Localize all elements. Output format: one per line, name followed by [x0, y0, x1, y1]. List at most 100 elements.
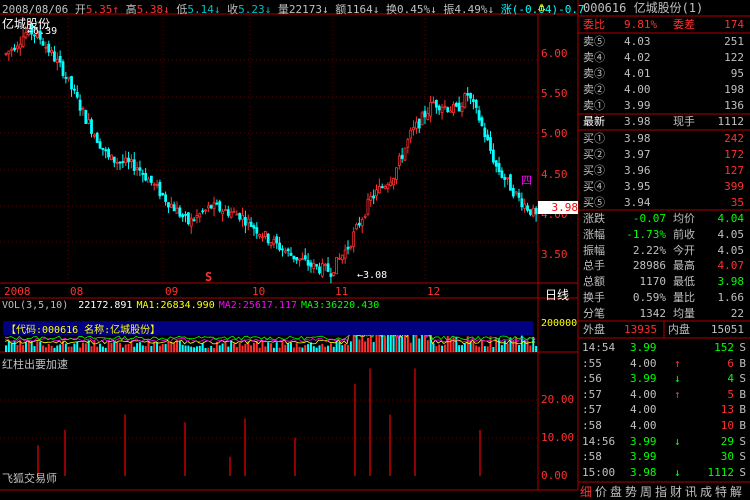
- candlestick: [329, 267, 333, 284]
- anchor-icon[interactable]: ⚓: [538, 0, 545, 14]
- volume-overlay-text: 【代码:000616 名称:亿城股份】: [6, 325, 161, 336]
- candlestick: [400, 147, 404, 163]
- buy-label: 买①: [583, 132, 605, 145]
- candlestick: [169, 196, 173, 209]
- candlestick: [454, 101, 458, 108]
- volume-bar: [76, 341, 79, 352]
- candlestick: [286, 247, 290, 257]
- candlestick: [41, 37, 45, 46]
- tick-side: S: [739, 465, 746, 479]
- software-label: 飞狐交易师: [2, 472, 57, 485]
- bottom-tab[interactable]: 讯: [685, 483, 700, 500]
- stat-value: 0.59%: [632, 291, 666, 304]
- volume-bar: [136, 343, 139, 352]
- candlestick: [357, 216, 361, 228]
- volume-bar: [321, 343, 324, 352]
- bottom-tab[interactable]: 解: [730, 483, 745, 500]
- candlestick: [497, 156, 501, 176]
- sell-order-row: 卖⑤ 4.03 251: [580, 34, 748, 50]
- candlestick: [366, 193, 370, 216]
- stat-label: 总额: [583, 275, 605, 289]
- candlestick: [226, 205, 230, 218]
- bottom-tab[interactable]: 周: [640, 483, 655, 500]
- tick-row: :56 3.99 ↓ 4 S: [580, 371, 748, 386]
- candlestick: [315, 263, 319, 270]
- turnover-label: 换: [385, 3, 397, 16]
- bottom-tab[interactable]: 特: [715, 483, 730, 500]
- candlestick: [90, 117, 93, 138]
- candlestick: [514, 191, 518, 196]
- close-value: 5.23: [238, 3, 265, 16]
- bottom-tab[interactable]: 盘: [610, 483, 625, 500]
- volume-bar: [401, 336, 404, 352]
- close-label: 收: [227, 3, 239, 16]
- candlestick: [389, 176, 393, 187]
- candlestick: [135, 161, 139, 176]
- tick-price: 4.00: [630, 387, 657, 401]
- candlestick: [201, 208, 205, 215]
- tick-time: :58: [582, 450, 602, 464]
- candlestick: [73, 84, 76, 94]
- candlestick: [67, 76, 71, 82]
- candlestick: [44, 41, 48, 54]
- candlestick: [417, 118, 421, 134]
- candlestick: [403, 147, 407, 162]
- candlestick: [409, 127, 413, 144]
- candlestick: [312, 259, 316, 274]
- candlestick: [489, 131, 492, 154]
- volume-bar: [161, 344, 164, 352]
- volume-bar: [47, 343, 50, 352]
- period-tab[interactable]: 日线: [545, 286, 569, 303]
- stat-label: 最高: [673, 259, 695, 273]
- bottom-tab[interactable]: 细: [580, 483, 595, 500]
- volume-bar: [347, 345, 349, 352]
- volume-bar: [341, 345, 344, 352]
- candlestick: [486, 129, 490, 141]
- bottom-tab[interactable]: 势: [625, 483, 640, 500]
- volume-bar: [518, 345, 520, 352]
- candlestick: [78, 94, 82, 116]
- high-annotation-value: 6.39: [33, 26, 58, 37]
- bottom-tab[interactable]: 成: [700, 483, 715, 500]
- tick-volume: 13: [720, 403, 734, 417]
- tick-volume: 6: [727, 356, 734, 370]
- candlestick: [534, 206, 538, 222]
- volume-bar: [463, 343, 466, 352]
- stat-label: 前收: [673, 227, 695, 241]
- volume-bar: [329, 343, 332, 352]
- price-y-tick: 4.50: [541, 167, 568, 181]
- volume-y-tick: 200000: [541, 318, 578, 329]
- bottom-tab[interactable]: 价: [595, 483, 610, 500]
- bottom-tab[interactable]: 指: [655, 483, 670, 500]
- tick-time: :58: [582, 419, 602, 432]
- candlestick: [81, 106, 85, 116]
- candlestick: [338, 253, 341, 261]
- volume-bar: [113, 340, 116, 352]
- low-annotation-value: 3.08: [363, 270, 388, 281]
- volume-bar: [138, 342, 141, 352]
- sell-order-row: 卖③ 4.01 95: [580, 66, 748, 82]
- candlestick: [383, 184, 387, 190]
- tick-price: 4.00: [630, 356, 657, 370]
- candlestick: [281, 245, 284, 257]
- volume-bar: [116, 341, 119, 352]
- bottom-tab[interactable]: 财: [670, 483, 685, 500]
- candlestick: [198, 212, 202, 223]
- tick-time: 15:00: [582, 465, 616, 479]
- candlestick: [195, 209, 199, 224]
- volume-bar: [506, 343, 509, 352]
- candlestick: [155, 179, 159, 189]
- candlestick: [212, 196, 216, 217]
- candlestick: [92, 133, 96, 139]
- tick-side: S: [739, 450, 746, 464]
- chg-label: 涨: [500, 3, 512, 16]
- volume-bar: [461, 345, 463, 352]
- stat-value: 2.22%: [632, 243, 666, 257]
- candlestick: [189, 213, 193, 234]
- chg-value: (-0.04)-0.7: [511, 3, 585, 16]
- volume-bar: [81, 342, 84, 352]
- candlestick: [360, 217, 364, 234]
- stat-label: 均价: [673, 212, 695, 225]
- buy-order-row: 买② 3.97 172: [580, 147, 748, 163]
- candlestick: [295, 256, 299, 264]
